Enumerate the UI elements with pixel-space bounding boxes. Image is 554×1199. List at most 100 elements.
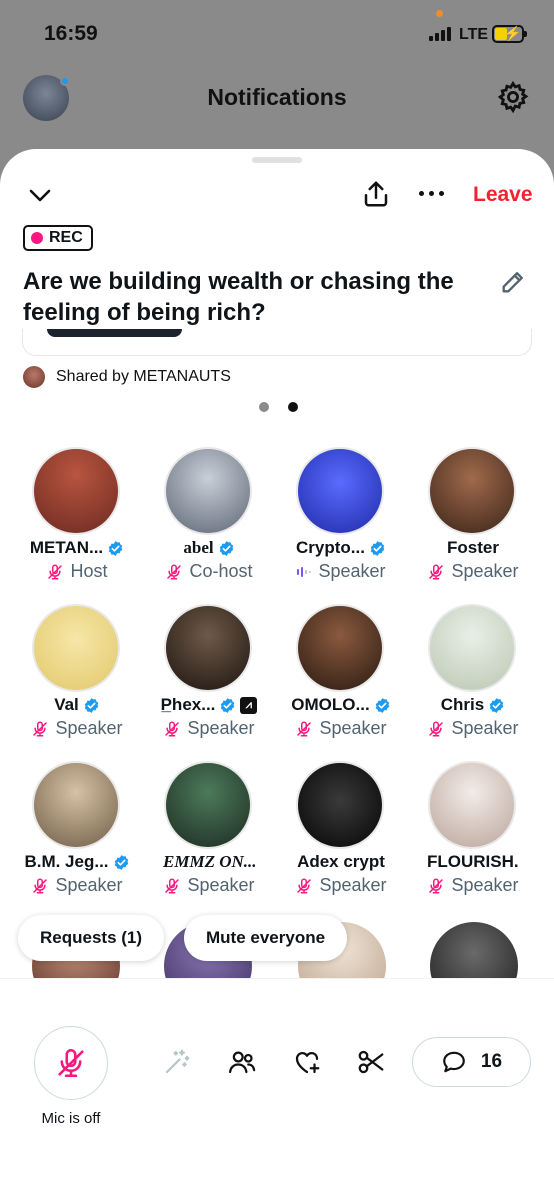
leave-button[interactable]: Leave	[473, 183, 533, 207]
participant-name-row: Crypto...	[275, 538, 407, 558]
edit-pencil-icon[interactable]	[499, 268, 527, 296]
participant-name-row: Adex crypt	[275, 852, 407, 872]
comment-bubble-icon	[443, 1051, 465, 1073]
participant-name-row: B.M. Jeg...	[11, 852, 143, 872]
verified-badge-icon	[108, 540, 123, 556]
participant-cell[interactable]: P̲hex... ⩘ Speaker	[143, 602, 275, 759]
verified-badge-icon	[114, 854, 128, 870]
participant-role: Speaker	[319, 718, 387, 738]
magic-wand-icon[interactable]	[162, 1047, 192, 1077]
verified-badge-icon	[84, 697, 99, 713]
verified-badge-icon	[490, 697, 504, 713]
page-dot-active	[288, 402, 298, 412]
participants-grid: METAN... Host abel Co-host Crypto... Speaker F…	[0, 445, 554, 916]
participant-cell[interactable]: abel Co-host	[143, 445, 275, 602]
comment-count: 16	[480, 1051, 503, 1072]
chevron-down-icon[interactable]	[28, 185, 52, 205]
requests-button[interactable]: Requests (1)	[18, 915, 165, 961]
participant-avatar[interactable]	[164, 447, 252, 535]
signal-icon	[429, 27, 451, 41]
participant-name: abel	[183, 538, 214, 557]
privacy-indicator-dot	[436, 10, 443, 17]
participant-role: Speaker	[55, 718, 123, 738]
participant-avatar[interactable]	[428, 761, 516, 849]
participant-name-row: Foster	[407, 538, 539, 558]
participant-role-row: Speaker	[275, 561, 407, 582]
participant-name: FLOURISH...	[427, 852, 519, 871]
participant-role-row: Speaker	[143, 718, 275, 739]
participant-cell[interactable]: EMMZ ON... Speaker	[143, 759, 275, 916]
participant-role: Speaker	[187, 875, 255, 895]
participant-name: Crypto...	[296, 538, 365, 557]
mic-off-icon	[48, 564, 63, 579]
participant-name: Foster	[447, 538, 499, 557]
mic-off-icon	[58, 1048, 84, 1078]
participant-role-row: Speaker	[407, 561, 539, 582]
verified-badge-icon	[221, 697, 235, 713]
participant-avatar[interactable]	[164, 761, 252, 849]
participant-name-row: OMOLO...	[275, 695, 407, 715]
participant-name: P̲hex...	[160, 695, 216, 714]
share-icon[interactable]	[361, 179, 391, 209]
participant-role-row: Co-host	[143, 561, 275, 582]
shared-by-row[interactable]: Shared by METANAUTS	[23, 366, 231, 388]
participant-cell[interactable]: B.M. Jeg... Speaker	[11, 759, 143, 916]
participant-avatar[interactable]	[32, 447, 120, 535]
shared-post-image	[47, 329, 182, 337]
affiliate-badge-icon: ⩘	[240, 696, 258, 714]
mute-everyone-button[interactable]: Mute everyone	[184, 915, 348, 961]
mic-off-icon	[165, 721, 180, 736]
participant-avatar[interactable]	[428, 447, 516, 535]
participant-avatar[interactable]	[164, 604, 252, 692]
mic-off-icon	[167, 564, 182, 579]
participant-avatar[interactable]	[296, 447, 384, 535]
participant-cell[interactable]: Foster Speaker	[407, 445, 539, 602]
participant-avatar[interactable]	[428, 604, 516, 692]
clip-scissors-icon[interactable]	[356, 1047, 386, 1077]
participant-role-row: Speaker	[275, 875, 407, 896]
participant-name-row: METAN...	[11, 538, 143, 558]
manage-speakers-icon[interactable]	[227, 1047, 257, 1077]
participant-role-row: Speaker	[407, 875, 539, 896]
mic-toggle-button[interactable]	[34, 1026, 108, 1100]
speaking-icon	[297, 566, 312, 577]
sharer-avatar	[23, 366, 45, 388]
participant-role: Co-host	[189, 561, 253, 581]
participant-cell[interactable]: FLOURISH... Speaker	[407, 759, 539, 916]
recording-label: REC	[49, 229, 83, 246]
participant-role: Speaker	[451, 718, 519, 738]
sheet-drag-handle[interactable]	[252, 157, 302, 163]
page-indicator	[259, 402, 298, 412]
participant-name: Adex crypt	[297, 852, 385, 871]
gear-icon[interactable]	[496, 80, 530, 114]
participant-cell[interactable]: Adex crypt Speaker	[275, 759, 407, 916]
participant-avatar[interactable]	[296, 761, 384, 849]
shared-post-card[interactable]	[22, 329, 532, 356]
participant-role-row: Host	[11, 561, 143, 582]
participant-avatar[interactable]	[32, 761, 120, 849]
mic-off-icon	[33, 721, 48, 736]
participant-name: METAN...	[29, 538, 104, 557]
participant-cell[interactable]: Chris Speaker	[407, 602, 539, 759]
mic-off-icon	[297, 721, 312, 736]
verified-badge-icon	[219, 540, 233, 556]
more-options-icon[interactable]	[419, 191, 444, 196]
participant-role: Speaker	[451, 875, 519, 895]
heart-plus-icon[interactable]	[292, 1047, 322, 1077]
participant-cell[interactable]: METAN... Host	[11, 445, 143, 602]
bottom-toolbar: Mic is off 16	[0, 978, 554, 1199]
participant-avatar[interactable]	[296, 604, 384, 692]
participant-name: Val	[54, 695, 79, 714]
comments-button[interactable]: 16	[412, 1037, 531, 1087]
mic-off-icon	[429, 564, 444, 579]
participant-avatar[interactable]	[32, 604, 120, 692]
participant-role: Speaker	[55, 875, 123, 895]
participant-name: OMOLO...	[291, 695, 370, 714]
mic-status-label: Mic is off	[41, 1110, 101, 1127]
participant-role-row: Speaker	[11, 875, 143, 896]
participant-cell[interactable]: Val Speaker	[11, 602, 143, 759]
participant-role: Speaker	[318, 561, 386, 581]
participant-cell[interactable]: Crypto... Speaker	[275, 445, 407, 602]
participant-role: Speaker	[451, 561, 519, 581]
participant-cell[interactable]: OMOLO... Speaker	[275, 602, 407, 759]
